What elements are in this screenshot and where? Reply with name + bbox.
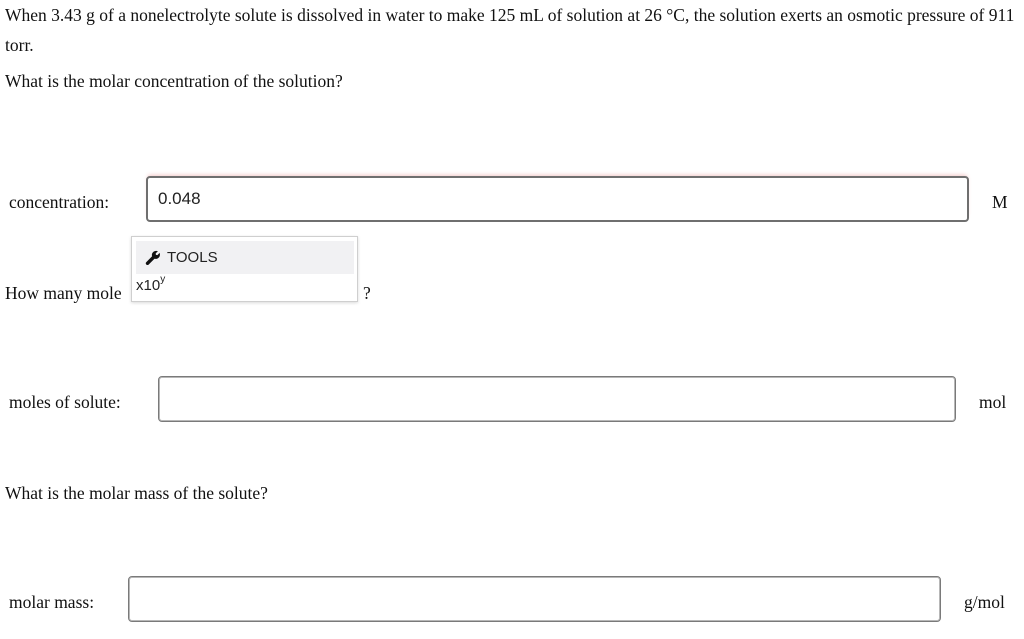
moles-question: How many mole ? xyxy=(5,278,371,308)
concentration-label: concentration: xyxy=(9,192,110,212)
tools-button[interactable]: TOOLS xyxy=(136,241,354,274)
concentration-question: What is the molar concentration of the s… xyxy=(5,71,343,91)
x10-button[interactable]: x10y xyxy=(136,274,166,294)
x10-exponent: y xyxy=(160,274,166,285)
moles-question-head: How many mole xyxy=(5,283,122,303)
molar-mass-label: molar mass: xyxy=(9,592,95,612)
question-page: When 3.43 g of a nonelectrolyte solute i… xyxy=(0,0,1024,639)
x10-base: x10 xyxy=(136,277,161,294)
moles-unit: mol xyxy=(979,392,1007,412)
molar-mass-question: What is the molar mass of the solute? xyxy=(5,483,268,503)
tools-label: TOOLS xyxy=(167,249,218,266)
wrench-icon xyxy=(145,250,160,266)
molar-mass-unit: g/mol xyxy=(964,592,1005,612)
moles-input[interactable] xyxy=(158,376,956,422)
concentration-value: 0.048 xyxy=(158,189,201,208)
concentration-unit: M xyxy=(992,192,1008,212)
molar-mass-input[interactable] xyxy=(128,576,941,622)
concentration-input[interactable]: 0.048 xyxy=(146,176,969,222)
question-intro: When 3.43 g of a nonelectrolyte solute i… xyxy=(5,5,1015,55)
moles-label: moles of solute: xyxy=(9,392,121,412)
tools-popup: TOOLS x10y xyxy=(131,236,358,302)
moles-question-tail: ? xyxy=(363,283,371,303)
